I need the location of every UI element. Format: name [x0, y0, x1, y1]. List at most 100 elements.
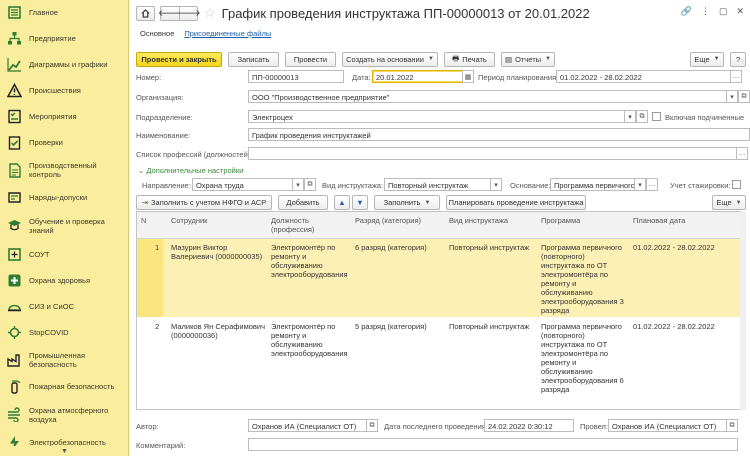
save-button[interactable]: Записать: [228, 51, 279, 67]
author-field[interactable]: Охранов ИА (Специалист ОТ): [248, 419, 368, 432]
include-subordinates-checkbox[interactable]: [652, 112, 661, 121]
date-field[interactable]: 20.01.2022: [372, 70, 464, 83]
dept-field[interactable]: Электроцех: [248, 110, 626, 123]
forward-button[interactable]: 🡒: [176, 5, 201, 21]
basis-field[interactable]: Программа первичного: [550, 178, 636, 191]
fill-nfgo-button[interactable]: ⇥ Заполнить с учетом НФГО и АСР: [136, 195, 272, 210]
table-row[interactable]: 1 Мазурин Виктор Валериевич (0000000035)…: [137, 239, 740, 317]
arrow-up-icon: ▲: [338, 198, 346, 207]
create-based-button[interactable]: Создать на основании ▼: [342, 51, 438, 67]
sidebar-item[interactable]: Диаграммы и графики: [0, 52, 128, 78]
sidebar-item[interactable]: Главное: [0, 0, 128, 26]
table-row[interactable]: 2 Маликов Ян Серафимович (0000000036) Эл…: [137, 318, 740, 394]
professions-field[interactable]: [248, 147, 738, 160]
sidebar-item[interactable]: Охрана здоровья: [0, 267, 128, 294]
virus-icon: [6, 325, 22, 341]
tab-attached-files[interactable]: Присоединенные файлы: [184, 29, 271, 38]
move-up-button[interactable]: ▲: [334, 195, 350, 210]
col-grade[interactable]: Разряд (категория): [355, 216, 421, 225]
link-icon: ⧉: [369, 421, 375, 429]
author-open-button[interactable]: ⧉: [366, 419, 378, 432]
posted-open-button[interactable]: ⧉: [726, 419, 738, 432]
link-icon[interactable]: 🔗: [681, 6, 692, 17]
fill-button[interactable]: Заполнить ▼: [374, 195, 440, 210]
add-row-button[interactable]: Добавить: [278, 195, 328, 210]
posted-field[interactable]: Охранов ИА (Специалист ОТ): [608, 419, 728, 432]
briefing-type-field[interactable]: Повторный инструктаж: [384, 178, 492, 191]
period-select-button[interactable]: …: [730, 70, 742, 83]
cell-briefing-type: Повторный инструктаж: [449, 322, 530, 331]
plan-briefing-button[interactable]: Планировать проведение инструктажа: [446, 195, 586, 210]
chevron-down-icon: ▾: [730, 93, 734, 101]
move-down-button[interactable]: ▼: [352, 195, 368, 210]
home-button[interactable]: [136, 5, 155, 21]
professions-label: Список профессий (должностей):: [136, 150, 253, 159]
basis-select-button[interactable]: …: [646, 178, 658, 191]
sidebar-item[interactable]: Промышленная безопасность: [0, 346, 128, 374]
sidebar-item[interactable]: Обучение и проверка знаний: [0, 210, 128, 242]
additional-settings-toggle[interactable]: ⌄ Дополнительные настройки: [138, 166, 243, 175]
col-planned-date[interactable]: Плановая дата: [633, 216, 685, 225]
comment-field[interactable]: [248, 438, 738, 451]
link-icon: ⧉: [307, 180, 313, 188]
table-scrollbar[interactable]: [740, 211, 746, 410]
direction-open-button[interactable]: ⧉: [304, 178, 316, 191]
col-position[interactable]: Должность (профессия): [271, 216, 341, 234]
tab-main[interactable]: Основное: [140, 29, 174, 38]
page-title: График проведения инструктажа ПП-0000001…: [221, 5, 590, 21]
post-close-button[interactable]: Провести и закрыть: [136, 51, 222, 67]
direction-label: Направление:: [142, 181, 191, 190]
table-more-button[interactable]: Еще ▼: [712, 195, 746, 210]
col-briefing-type[interactable]: Вид инструктажа: [449, 216, 508, 225]
reports-button[interactable]: ▤ Отчеты ▼: [501, 51, 555, 67]
col-employee[interactable]: Сотрудник: [171, 216, 207, 225]
dept-dropdown-button[interactable]: ▾: [624, 110, 636, 123]
more-dots-icon[interactable]: ⋮: [701, 6, 710, 17]
help-button[interactable]: ?: [730, 51, 746, 67]
post-button[interactable]: Провести: [285, 51, 336, 67]
name-field[interactable]: График проведения инструктажей: [248, 128, 750, 141]
sidebar-item[interactable]: СОУТ: [0, 242, 128, 267]
sidebar-item[interactable]: StopCOVID: [0, 320, 128, 346]
chevron-down-icon: ▾: [296, 181, 300, 189]
cell-n: 2: [155, 322, 160, 331]
sidebar-item[interactable]: СИЗ и СиОС: [0, 294, 128, 320]
sidebar-item[interactable]: Проверки: [0, 130, 128, 156]
direction-field[interactable]: Охрана труда: [192, 178, 294, 191]
col-n[interactable]: N: [141, 216, 146, 225]
briefing-type-dropdown-button[interactable]: ▾: [490, 178, 502, 191]
author-label: Автор:: [136, 422, 159, 431]
helmet-icon: [6, 299, 22, 315]
sidebar-item[interactable]: Пожарная безопасность: [0, 374, 128, 400]
sidebar-item[interactable]: Происшествия: [0, 78, 128, 104]
col-program[interactable]: Программа: [541, 216, 580, 225]
permit-icon: [6, 189, 22, 205]
sidebar-item[interactable]: Мероприятия: [0, 104, 128, 130]
professions-select-button[interactable]: …: [736, 147, 748, 160]
calendar-button[interactable]: ▦: [462, 70, 474, 83]
favorite-star-icon[interactable]: ☆: [204, 5, 216, 21]
direction-dropdown-button[interactable]: ▾: [292, 178, 304, 191]
more-button[interactable]: Еще ▼: [690, 51, 724, 67]
print-button[interactable]: 🖶 Печать: [444, 51, 495, 67]
sidebar-scroll-down[interactable]: ▼: [0, 446, 128, 456]
sidebar-item[interactable]: Наряды-допуски: [0, 185, 128, 210]
number-field[interactable]: ПП-00000013: [248, 70, 344, 83]
main-area: 🡐 🡒 ☆ График проведения инструктажа ПП-0…: [130, 0, 750, 456]
org-open-button[interactable]: ⧉: [738, 90, 750, 103]
sidebar-item-label: СИЗ и СиОС: [29, 302, 75, 311]
basis-label: Основание:: [510, 181, 551, 190]
basis-dropdown-button[interactable]: ▾: [634, 178, 646, 191]
org-dropdown-button[interactable]: ▾: [726, 90, 738, 103]
window-controls: 🔗 ⋮ ▢ ✕: [681, 6, 744, 17]
close-icon[interactable]: ✕: [736, 6, 744, 17]
last-date-field[interactable]: 24.02.2022 0:30:12: [484, 419, 574, 432]
period-field[interactable]: 01.02.2022 - 28.02.2022: [556, 70, 732, 83]
internship-checkbox[interactable]: [732, 180, 741, 189]
org-field[interactable]: ООО "Производственное предприятие": [248, 90, 728, 103]
sidebar-item[interactable]: Производственный контроль: [0, 156, 128, 185]
sidebar-item[interactable]: Охрана атмосферного воздуха: [0, 400, 128, 430]
sidebar-item[interactable]: Предприятие: [0, 26, 128, 52]
maximize-icon[interactable]: ▢: [719, 6, 728, 17]
dept-open-button[interactable]: ⧉: [636, 110, 648, 123]
